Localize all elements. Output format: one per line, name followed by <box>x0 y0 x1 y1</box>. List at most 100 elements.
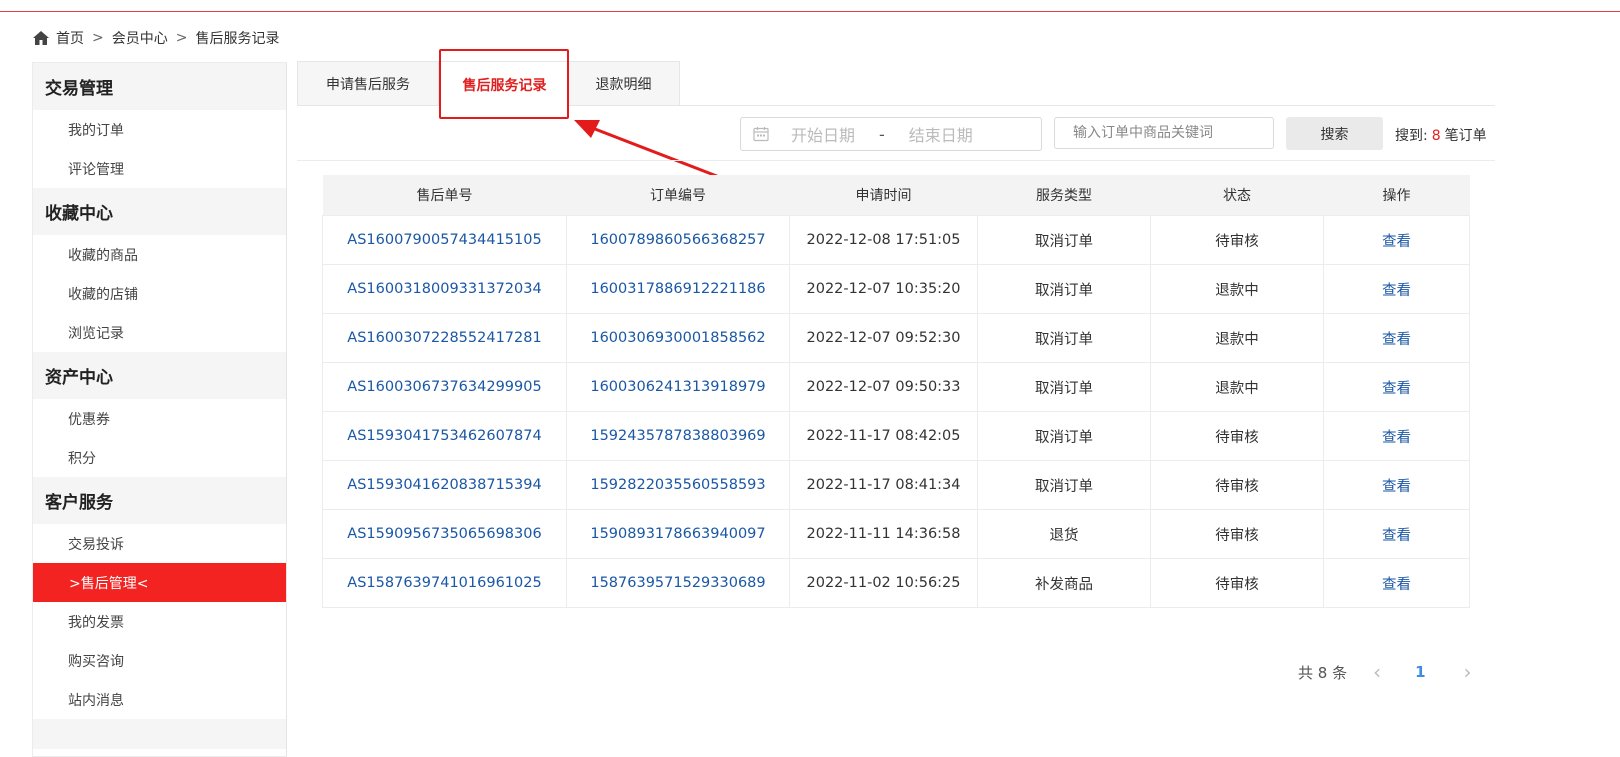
status: 待审核 <box>1150 509 1324 559</box>
sidebar-item-fav-shops[interactable]: 收藏的店铺 <box>33 274 286 313</box>
order-number-link[interactable]: 1592435787838803969 <box>566 411 790 461</box>
column-header: 申请时间 <box>789 175 978 216</box>
page-number-current[interactable]: 1 <box>1415 663 1425 681</box>
column-header: 服务类型 <box>977 175 1151 216</box>
end-date-input[interactable]: 结束日期 <box>909 122 973 146</box>
service-type: 补发商品 <box>977 558 1151 608</box>
apply-time: 2022-12-07 09:50:33 <box>789 362 978 412</box>
service-type: 取消订单 <box>977 215 1151 265</box>
date-separator: - <box>879 124 885 144</box>
top-red-line <box>0 11 1620 12</box>
apply-time: 2022-12-07 09:52:30 <box>789 313 978 363</box>
sidebar-group-title: 客户服务 <box>33 477 286 524</box>
breadcrumb: 首页 > 会员中心 > 售后服务记录 <box>32 28 279 48</box>
table-row: AS1593041753462607874 1592435787838803969… <box>322 411 1470 461</box>
sidebar-item-inquiries[interactable]: 购买咨询 <box>33 641 286 680</box>
table-row: AS1600307228552417281 1600306930001858562… <box>322 313 1470 363</box>
tab-apply-after-sales[interactable]: 申请售后服务 <box>297 61 439 105</box>
breadcrumb-member-center[interactable]: 会员中心 <box>112 28 168 48</box>
after-sales-number-link[interactable]: AS1593041753462607874 <box>322 411 567 461</box>
column-header: 订单编号 <box>566 175 790 216</box>
status: 退款中 <box>1150 362 1324 412</box>
sidebar-item-messages[interactable]: 站内消息 <box>33 680 286 719</box>
total-count: 共 8 条 <box>1298 663 1348 682</box>
order-number-link[interactable]: 1600317886912221186 <box>566 264 790 314</box>
sidebar: 交易管理 我的订单 评论管理 收藏中心 收藏的商品 收藏的店铺 浏览记录 资产中… <box>32 62 287 757</box>
breadcrumb-home[interactable]: 首页 <box>56 28 84 48</box>
apply-time: 2022-11-02 10:56:25 <box>789 558 978 608</box>
order-number-link[interactable]: 1587639571529330689 <box>566 558 790 608</box>
home-icon[interactable] <box>32 30 50 46</box>
column-header: 状态 <box>1150 175 1324 216</box>
next-page-icon[interactable]: › <box>1464 660 1472 684</box>
highlight-box <box>439 49 569 119</box>
service-type: 取消订单 <box>977 264 1151 314</box>
sidebar-item-reviews[interactable]: 评论管理 <box>33 149 286 188</box>
order-number-link[interactable]: 1600306241313918979 <box>566 362 790 412</box>
keyword-input[interactable] <box>1054 117 1274 149</box>
sidebar-group-title: 交易管理 <box>33 63 286 110</box>
order-number-link[interactable]: 1600789860566368257 <box>566 215 790 265</box>
after-sales-number-link[interactable]: AS1600318009331372034 <box>322 264 567 314</box>
breadcrumb-current: 售后服务记录 <box>195 31 280 47</box>
table-row: AS1593041620838715394 1592822035560558593… <box>322 460 1470 510</box>
sidebar-item-history[interactable]: 浏览记录 <box>33 313 286 352</box>
table-row: AS1590956735065698306 1590893178663940097… <box>322 509 1470 559</box>
sidebar-item-after-sales[interactable]: >售后管理< <box>33 563 286 602</box>
order-number-link[interactable]: 1590893178663940097 <box>566 509 790 559</box>
sidebar-item-complaints[interactable]: 交易投诉 <box>33 524 286 563</box>
order-number-link[interactable]: 1600306930001858562 <box>566 313 790 363</box>
view-link[interactable]: 查看 <box>1323 313 1470 363</box>
after-sales-number-link[interactable]: AS1587639741016961025 <box>322 558 567 608</box>
after-sales-number-link[interactable]: AS1600790057434415105 <box>322 215 567 265</box>
service-type: 取消订单 <box>977 362 1151 412</box>
view-link[interactable]: 查看 <box>1323 411 1470 461</box>
order-number-link[interactable]: 1592822035560558593 <box>566 460 790 510</box>
apply-time: 2022-12-08 17:51:05 <box>789 215 978 265</box>
sidebar-item-fav-goods[interactable]: 收藏的商品 <box>33 235 286 274</box>
breadcrumb-separator: > <box>175 30 188 46</box>
view-link[interactable]: 查看 <box>1323 215 1470 265</box>
view-link[interactable]: 查看 <box>1323 460 1470 510</box>
apply-time: 2022-12-07 10:35:20 <box>789 264 978 314</box>
status: 待审核 <box>1150 558 1324 608</box>
divider <box>297 160 1495 161</box>
status: 待审核 <box>1150 215 1324 265</box>
result-count-suffix: 笔订单 <box>1444 128 1487 144</box>
start-date-input[interactable]: 开始日期 <box>791 122 855 146</box>
view-link[interactable]: 查看 <box>1323 558 1470 608</box>
view-link[interactable]: 查看 <box>1323 264 1470 314</box>
table-header-row: 售后单号 订单编号 申请时间 服务类型 状态 操作 <box>322 175 1470 216</box>
apply-time: 2022-11-17 08:41:34 <box>789 460 978 510</box>
apply-time: 2022-11-17 08:42:05 <box>789 411 978 461</box>
breadcrumb-separator: > <box>92 30 104 46</box>
status: 退款中 <box>1150 313 1324 363</box>
status: 待审核 <box>1150 411 1324 461</box>
service-type: 取消订单 <box>977 313 1151 363</box>
service-type: 退货 <box>977 509 1151 559</box>
view-link[interactable]: 查看 <box>1323 362 1470 412</box>
pagination: 共 8 条 ‹ 1 › <box>1298 660 1472 684</box>
after-sales-number-link[interactable]: AS1600307228552417281 <box>322 313 567 363</box>
sidebar-item-coupons[interactable]: 优惠券 <box>33 399 286 438</box>
view-link[interactable]: 查看 <box>1323 509 1470 559</box>
after-sales-number-link[interactable]: AS1593041620838715394 <box>322 460 567 510</box>
status: 待审核 <box>1150 460 1324 510</box>
sidebar-item-points[interactable]: 积分 <box>33 438 286 477</box>
sidebar-item-invoices[interactable]: 我的发票 <box>33 602 286 641</box>
date-range-picker[interactable]: 开始日期 - 结束日期 <box>740 117 1042 151</box>
calendar-icon <box>753 127 769 142</box>
result-count-prefix: 搜到: <box>1395 128 1428 144</box>
after-sales-number-link[interactable]: AS1590956735065698306 <box>322 509 567 559</box>
prev-page-icon[interactable]: ‹ <box>1373 660 1381 684</box>
sidebar-group-title: 收藏中心 <box>33 188 286 235</box>
service-type: 取消订单 <box>977 411 1151 461</box>
sidebar-item-my-orders[interactable]: 我的订单 <box>33 110 286 149</box>
after-sales-number-link[interactable]: AS1600306737634299905 <box>322 362 567 412</box>
status: 退款中 <box>1150 264 1324 314</box>
search-button[interactable]: 搜索 <box>1286 117 1383 150</box>
sidebar-group-spacer <box>33 719 286 749</box>
after-sales-table: 售后单号 订单编号 申请时间 服务类型 状态 操作 AS160079005743… <box>322 175 1470 608</box>
tab-refund-details[interactable]: 退款明细 <box>567 61 680 105</box>
table-row: AS1600318009331372034 1600317886912221186… <box>322 264 1470 314</box>
